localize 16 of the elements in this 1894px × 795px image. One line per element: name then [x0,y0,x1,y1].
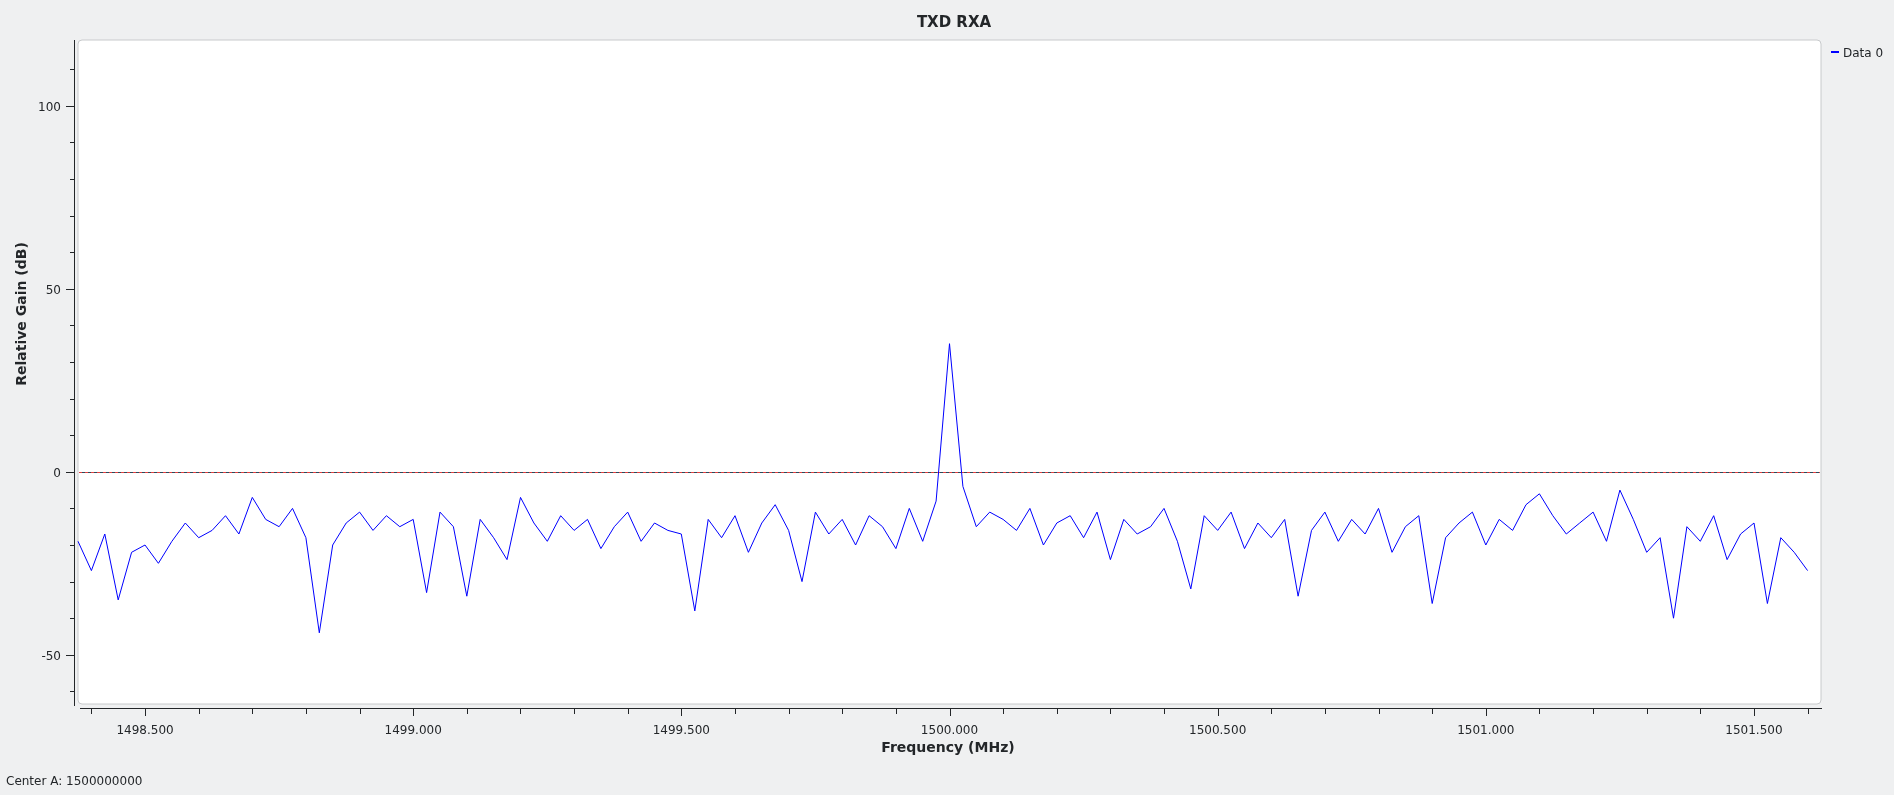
y-tick-label: -50 [41,648,61,663]
x-tick-label: 1500.500 [1189,723,1247,737]
x-axis-label: Frequency (MHz) [881,739,1015,755]
chart-title: TXD RXA [916,13,992,31]
y-tick-label: 50 [45,282,61,297]
y-tick-label: 100 [38,99,61,114]
x-tick-label: 1498.500 [116,723,174,737]
x-tick-label: 1501.000 [1457,723,1515,737]
legend-label: Data 0 [1843,46,1884,60]
x-tick-label: 1499.000 [384,723,442,737]
y-axis-label: Relative Gain (dB) [13,242,29,386]
status-text: Center A: 1500000000 [6,774,143,788]
y-tick-label: 0 [53,465,61,480]
x-tick-label: 1501.500 [1725,723,1783,737]
x-tick-label: 1499.500 [652,723,710,737]
x-tick-label: 1500.000 [920,723,979,737]
